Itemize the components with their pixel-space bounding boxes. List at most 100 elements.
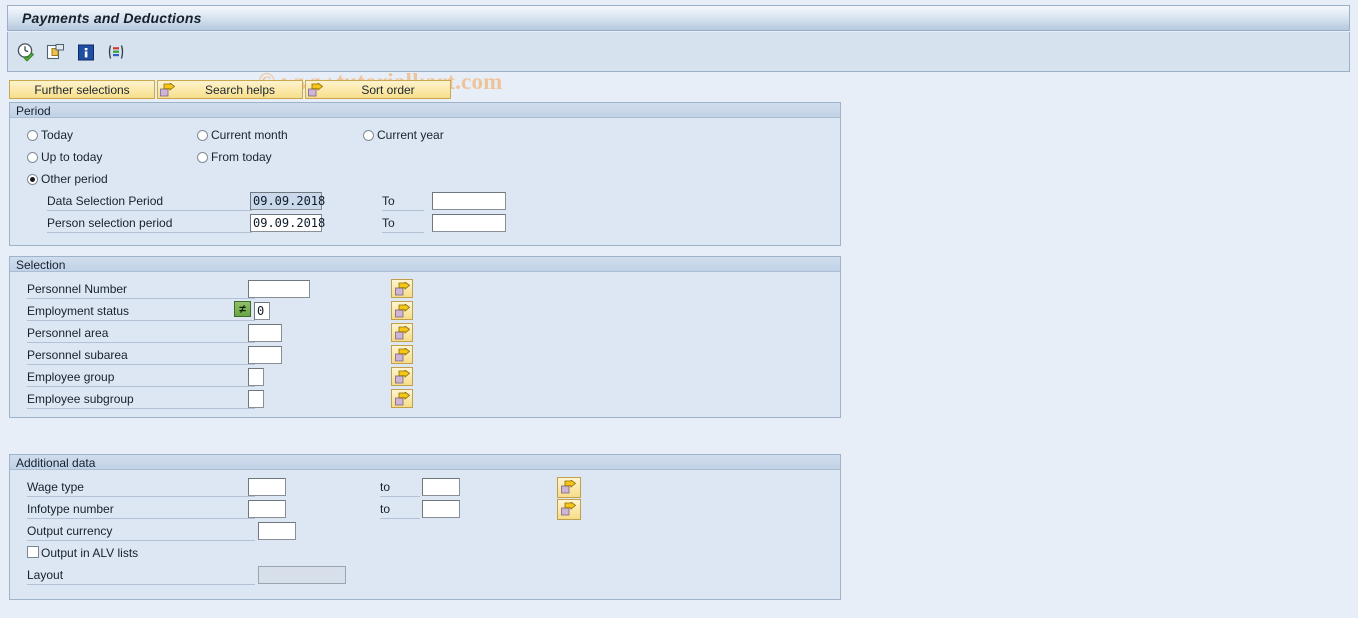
sort-order-label: Sort order [361,82,415,97]
data-selection-period-label: Data Selection Period [47,194,164,208]
arrow-icon [395,347,411,365]
label-underline [27,320,255,321]
label-underline [382,232,424,233]
personnel-area-label: Personnel area [27,326,109,340]
additional-data-group: Additional data Wage type to Infotype nu… [9,454,841,600]
layout-label: Layout [27,568,64,582]
output-alv-checkbox[interactable] [27,546,39,558]
employment-status-label: Employment status [27,304,130,318]
label-underline [27,408,255,409]
wage-type-to-input[interactable] [422,478,460,496]
person-selection-period-to-label: To [382,216,395,230]
radio-today-label: Today [41,128,74,142]
data-selection-period-from-input[interactable]: 09.09.2018 [250,192,325,210]
data-selection-period-to-label: To [382,194,395,208]
page-title: Payments and Deductions [22,10,202,26]
further-selections-label: Further selections [34,82,130,97]
label-underline [27,364,255,365]
personnel-subarea-multiselect-button[interactable] [391,345,413,364]
personnel-number-multiselect-button[interactable] [391,279,413,298]
employee-subgroup-input[interactable] [248,390,264,408]
radio-today-dot[interactable] [27,129,38,141]
radio-today[interactable]: Today [27,128,73,142]
search-helps-button[interactable]: Search helps [157,80,303,99]
layout-input[interactable] [258,566,346,584]
employee-group-multiselect-button[interactable] [391,367,413,386]
selection-group-header: Selection [10,257,840,272]
radio-other-period[interactable]: Other period [27,172,108,186]
label-underline [27,342,255,343]
arrow-icon [561,501,577,519]
radio-up-to-today-dot[interactable] [27,151,38,163]
radio-up-to-today-label: Up to today [41,150,103,164]
employee-group-input[interactable] [248,368,264,386]
personnel-area-multiselect-button[interactable] [391,323,413,342]
radio-current-month-label: Current month [211,128,288,142]
colored-list-icon[interactable] [106,42,126,62]
label-underline [27,518,255,519]
search-helps-label: Search helps [204,82,276,97]
employee-group-label: Employee group [27,370,115,384]
radio-up-to-today[interactable]: Up to today [27,150,102,164]
execute-clock-icon[interactable] [16,42,36,62]
window-titlebar: Payments and Deductions [7,5,1350,31]
infotype-number-to-label: to [380,502,391,516]
person-selection-period-from-input[interactable]: 09.09.2018 [250,214,325,232]
label-underline [47,232,252,233]
arrow-icon [308,82,324,97]
radio-current-month[interactable]: Current month [197,128,288,142]
arrow-icon [395,325,411,343]
label-underline [47,210,252,211]
wage-type-multiselect-button[interactable] [557,477,581,498]
infotype-number-multiselect-button[interactable] [557,499,581,520]
toolbar-icon-group [16,42,126,62]
label-underline [27,298,255,299]
radio-from-today-dot[interactable] [197,151,208,163]
personnel-area-input[interactable] [248,324,282,342]
radio-current-year[interactable]: Current year [363,128,444,142]
employee-subgroup-multiselect-button[interactable] [391,389,413,408]
radio-current-year-dot[interactable] [363,129,374,141]
output-currency-input[interactable] [258,522,296,540]
radio-current-month-dot[interactable] [197,129,208,141]
not-equal-operator-icon[interactable]: ≠ [234,301,251,317]
infotype-number-from-input[interactable] [248,500,286,518]
application-toolbar: © www.tutorialkart.com [7,32,1350,94]
personnel-subarea-label: Personnel subarea [27,348,128,362]
period-group-header: Period [10,103,840,118]
info-icon[interactable] [76,42,96,62]
radio-other-period-label: Other period [41,172,108,186]
radio-from-today[interactable]: From today [197,150,272,164]
period-group: Period Today Current month Current year … [9,102,841,246]
infotype-number-label: Infotype number [27,502,114,516]
label-underline [27,540,255,541]
personnel-number-input[interactable] [248,280,310,298]
employment-status-multiselect-button[interactable] [391,301,413,320]
label-underline [382,210,424,211]
additional-data-group-header: Additional data [10,455,840,470]
copy-variant-icon[interactable] [46,42,66,62]
radio-current-year-label: Current year [377,128,444,142]
data-selection-period-to-input[interactable] [432,192,506,210]
radio-from-today-label: From today [211,150,272,164]
arrow-icon [395,369,411,387]
personnel-subarea-input[interactable] [248,346,282,364]
further-selections-button[interactable]: Further selections [9,80,155,99]
person-selection-period-to-input[interactable] [432,214,506,232]
infotype-number-to-input[interactable] [422,500,460,518]
label-underline [380,496,420,497]
sap-selection-screen: Payments and Deductions Further selectio… [0,0,1358,618]
employment-status-input[interactable]: 0 [254,302,270,320]
wage-type-from-input[interactable] [248,478,286,496]
output-currency-label: Output currency [27,524,113,538]
wage-type-to-label: to [380,480,391,494]
arrow-icon [395,303,411,321]
radio-other-period-dot[interactable] [27,173,38,185]
arrow-icon [395,281,411,299]
sort-order-button[interactable]: Sort order [305,80,451,99]
employee-subgroup-label: Employee subgroup [27,392,134,406]
arrow-icon [395,391,411,409]
label-underline [27,584,255,585]
arrow-icon [561,479,577,497]
selection-group: Selection Personnel Number Employment st… [9,256,841,418]
